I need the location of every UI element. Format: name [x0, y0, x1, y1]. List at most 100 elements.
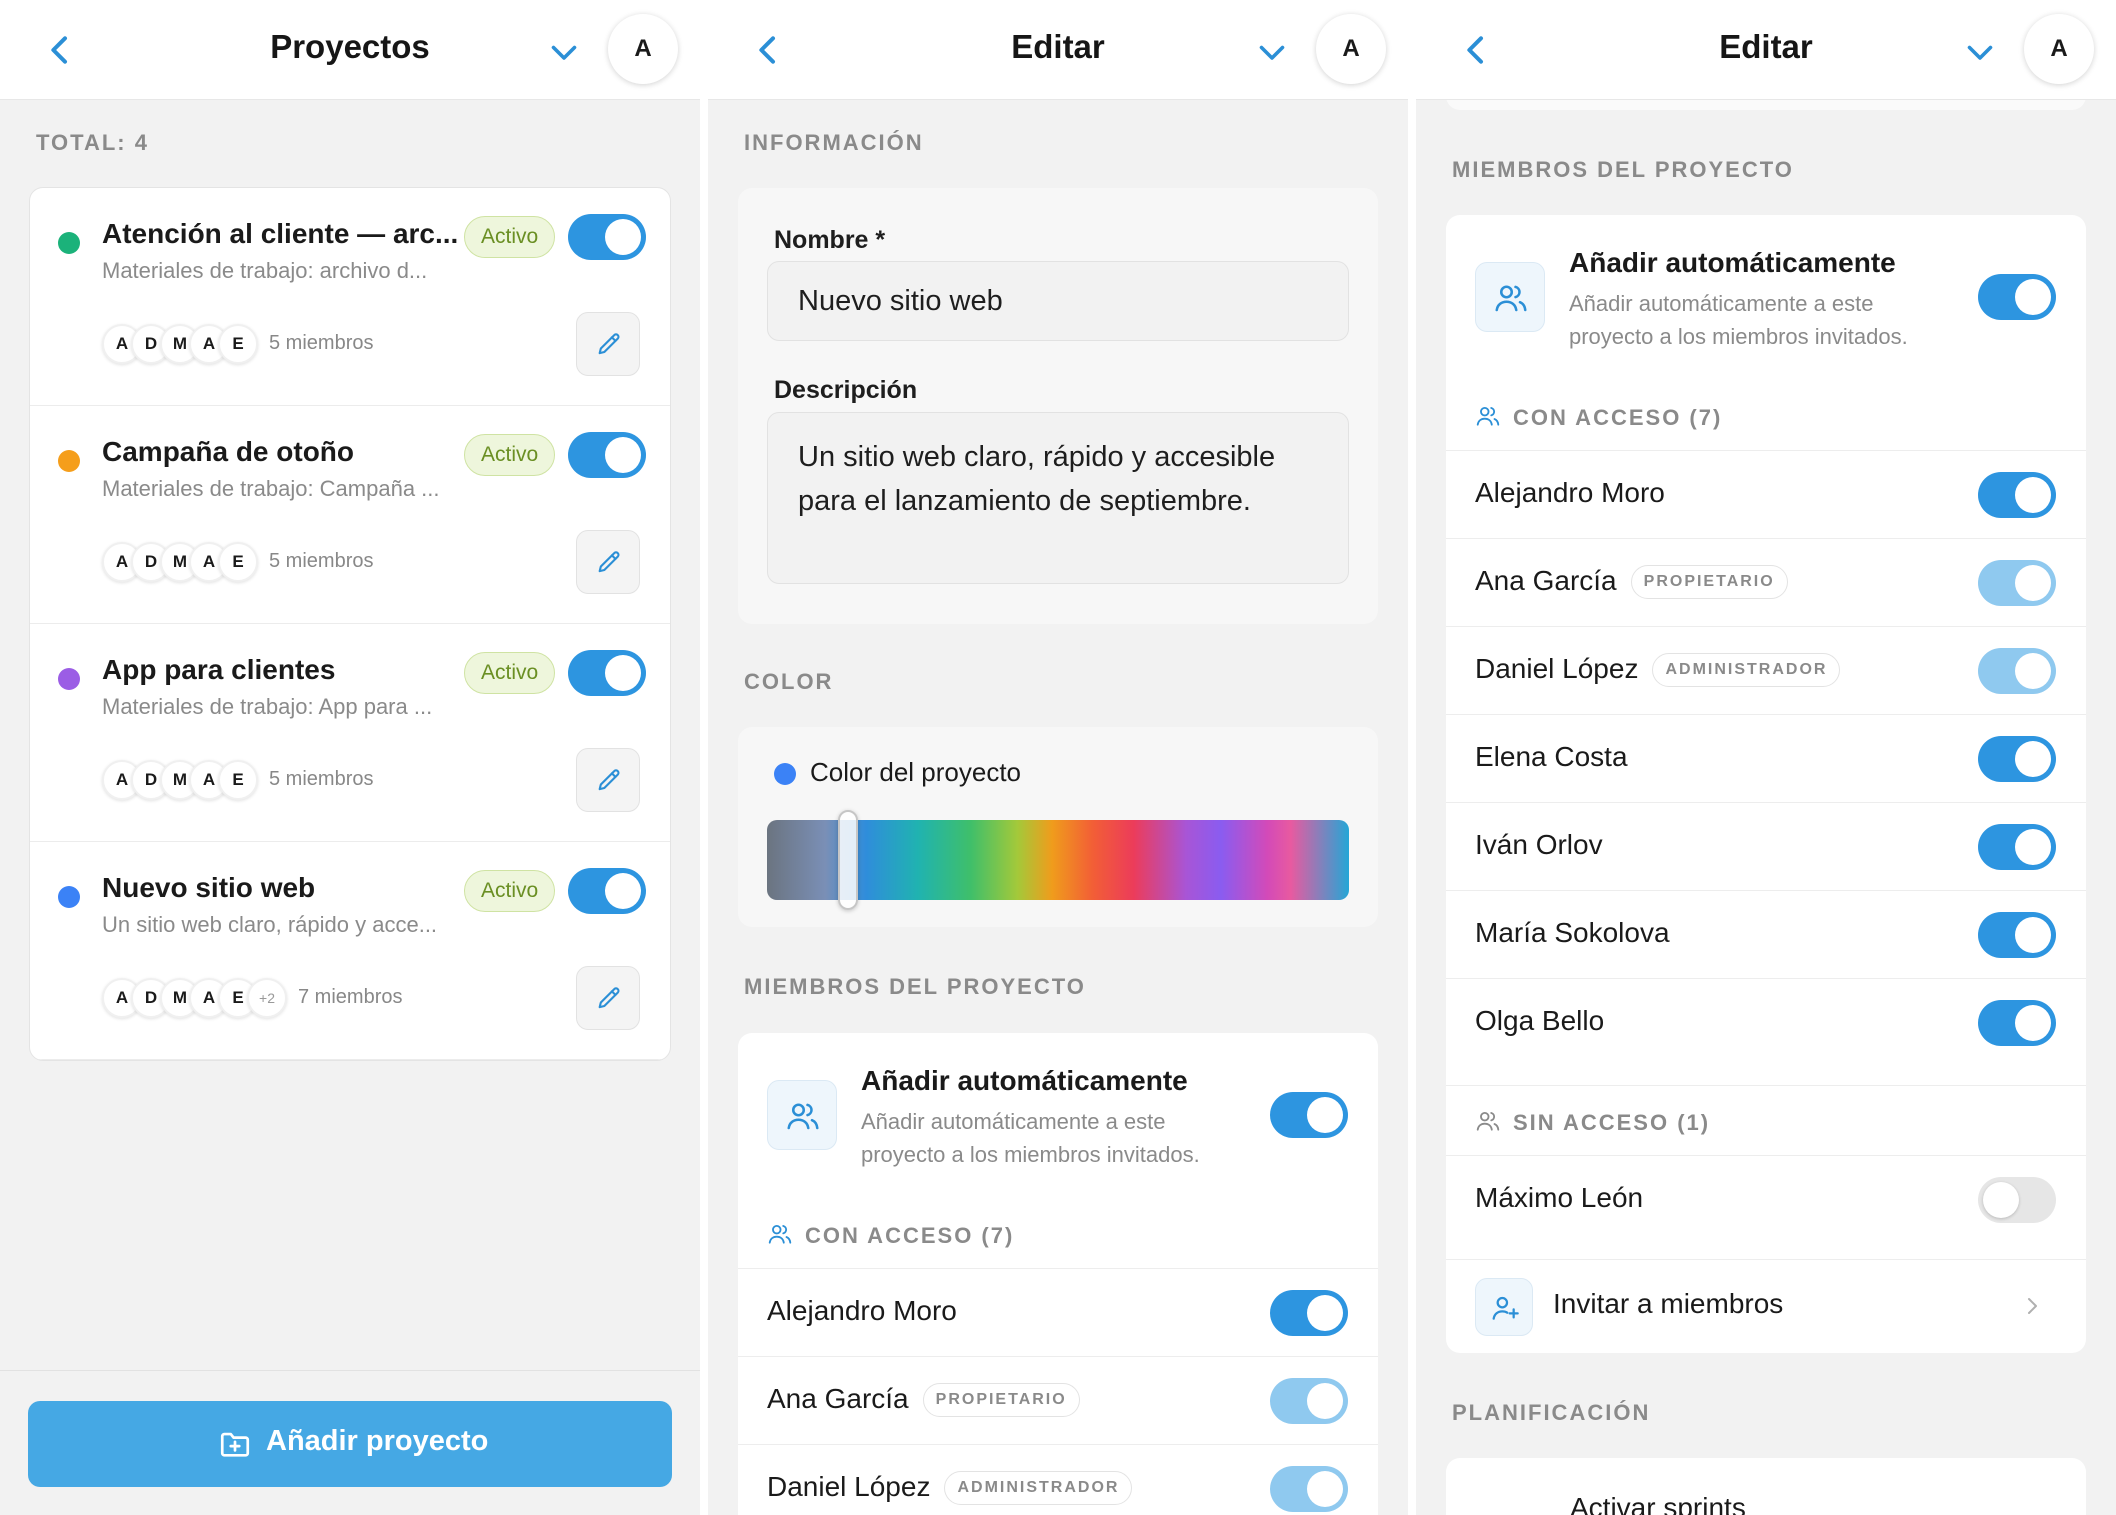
users-icon	[768, 1224, 792, 1244]
project-active-toggle[interactable]	[568, 650, 646, 696]
member-access-toggle[interactable]	[1978, 824, 2056, 870]
user-avatar[interactable]: A	[2024, 14, 2094, 84]
member-row: Alejandro Moro	[738, 1268, 1378, 1356]
member-name-wrap: María Sokolova	[1475, 917, 1670, 949]
color-slider-thumb[interactable]	[838, 810, 859, 910]
role-badge: PROPIETARIO	[922, 1383, 1080, 1417]
member-name-wrap: Máximo León	[1475, 1182, 1643, 1214]
member-name: Máximo León	[1475, 1182, 1644, 1213]
member-row: María Sokolova	[1446, 890, 2086, 978]
with-access-label: CON ACCESO (7)	[767, 1221, 1014, 1249]
chevron-down-icon[interactable]	[1254, 34, 1290, 70]
project-active-toggle[interactable]	[568, 214, 646, 260]
user-avatar[interactable]: A	[608, 14, 678, 84]
with-access-text: CON ACCESO (7)	[1513, 405, 1723, 430]
header: Editar A	[708, 0, 1408, 100]
member-row: Alejandro Moro	[1446, 450, 2086, 538]
member-name-wrap: Alejandro Moro	[767, 1295, 957, 1327]
role-badge: ADMINISTRADOR	[1652, 653, 1841, 687]
auto-add-title: Añadir automáticamente	[1569, 247, 1896, 278]
header: Editar A	[1416, 0, 2116, 100]
status-badge: Activo	[464, 434, 556, 476]
header: Proyectos A	[0, 0, 700, 100]
member-name: Ana García	[1475, 565, 1617, 596]
member-count: 5 miembros	[269, 768, 374, 790]
member-access-toggle[interactable]	[1270, 1466, 1348, 1512]
invite-members-row[interactable]: Invitar a miembros	[1446, 1259, 2086, 1353]
project-color-dot	[58, 232, 80, 254]
name-label: Nombre *	[774, 226, 886, 254]
project-description: Materiales de trabajo: Campaña ...	[102, 476, 440, 501]
folder-plus-icon	[220, 1432, 250, 1457]
project-color-dot	[58, 886, 80, 908]
footer: Añadir proyecto	[0, 1370, 700, 1515]
member-access-toggle[interactable]	[1978, 1000, 2056, 1046]
page-title: Editar	[1719, 28, 1813, 65]
member-access-toggle[interactable]	[1978, 648, 2056, 694]
add-project-button[interactable]: Añadir proyecto	[28, 1401, 672, 1487]
member-name: Daniel López	[767, 1471, 931, 1502]
more-members-badge: +2	[247, 978, 287, 1018]
with-access-text: CON ACCESO (7)	[805, 1223, 1015, 1248]
project-color-dot	[58, 668, 80, 690]
edit-members-screen: Editar A MIEMBROS DEL PROYECTO Añadir au…	[1416, 0, 2116, 1515]
members-card: Añadir automáticamente Añadir automática…	[1446, 215, 2086, 1353]
project-list: Atención al cliente — arc... Materiales …	[29, 187, 671, 1061]
project-active-toggle[interactable]	[568, 432, 646, 478]
chevron-right-icon	[2020, 1294, 2044, 1318]
section-info-label: INFORMACIÓN	[744, 130, 924, 155]
members-card: Añadir automáticamente Añadir automática…	[738, 1033, 1378, 1515]
divider	[1446, 1085, 2086, 1086]
color-card: Color del proyecto	[738, 727, 1378, 927]
project-item[interactable]: App para clientes Materiales de trabajo:…	[30, 624, 670, 842]
member-row: Ana García PROPIETARIO	[1446, 538, 2086, 626]
edit-project-button[interactable]	[576, 530, 640, 594]
section-planning-label: PLANIFICACIÓN	[1452, 1400, 1651, 1425]
project-item[interactable]: Nuevo sitio web Un sitio web claro, rápi…	[30, 842, 670, 1060]
project-item[interactable]: Atención al cliente — arc... Materiales …	[30, 188, 670, 406]
member-name-wrap: Daniel López ADMINISTRADOR	[767, 1471, 1133, 1505]
auto-add-toggle[interactable]	[1270, 1092, 1348, 1138]
pencil-icon	[598, 333, 620, 355]
chevron-down-icon[interactable]	[546, 34, 582, 70]
project-description: Materiales de trabajo: App para ...	[102, 694, 433, 719]
member-name: Iván Orlov	[1475, 829, 1603, 860]
member-access-toggle[interactable]	[1978, 560, 2056, 606]
user-avatar[interactable]: A	[1316, 14, 1386, 84]
total-count: TOTAL: 4	[36, 130, 149, 155]
member-access-toggle[interactable]	[1978, 472, 2056, 518]
member-name-wrap: Alejandro Moro	[1475, 477, 1665, 509]
pencil-icon	[598, 551, 620, 573]
member-access-toggle[interactable]	[1978, 736, 2056, 782]
role-badge: PROPIETARIO	[1630, 565, 1788, 599]
auto-add-toggle[interactable]	[1978, 274, 2056, 320]
member-avatar: E	[218, 324, 258, 364]
member-access-toggle[interactable]	[1978, 912, 2056, 958]
member-name: Alejandro Moro	[1475, 477, 1665, 508]
project-description: Materiales de trabajo: archivo d...	[102, 258, 428, 283]
member-access-toggle[interactable]	[1978, 1177, 2056, 1223]
member-row: Olga Bello	[1446, 978, 2086, 1066]
users-icon	[1476, 1111, 1500, 1131]
project-item[interactable]: Campaña de otoño Materiales de trabajo: …	[30, 406, 670, 624]
edit-project-button[interactable]	[576, 312, 640, 376]
project-active-toggle[interactable]	[568, 868, 646, 914]
users-icon	[767, 1080, 837, 1150]
role-badge: ADMINISTRADOR	[944, 1471, 1133, 1505]
member-access-toggle[interactable]	[1270, 1290, 1348, 1336]
member-name: Alejandro Moro	[767, 1295, 957, 1326]
section-members-label: MIEMBROS DEL PROYECTO	[1452, 157, 1794, 182]
member-name: Olga Bello	[1475, 1005, 1605, 1036]
description-textarea[interactable]: Un sitio web claro, rápido y accesible p…	[767, 412, 1349, 584]
member-name-wrap: Elena Costa	[1475, 741, 1628, 773]
name-input[interactable]: Nuevo sitio web	[767, 261, 1349, 341]
edit-project-button[interactable]	[576, 966, 640, 1030]
color-swatch	[774, 763, 796, 785]
member-access-toggle[interactable]	[1270, 1378, 1348, 1424]
member-name: Elena Costa	[1475, 741, 1628, 772]
member-name: Ana García	[767, 1383, 909, 1414]
chevron-down-icon[interactable]	[1962, 34, 1998, 70]
member-avatar: E	[218, 760, 258, 800]
edit-project-button[interactable]	[576, 748, 640, 812]
member-name-wrap: Iván Orlov	[1475, 829, 1603, 861]
